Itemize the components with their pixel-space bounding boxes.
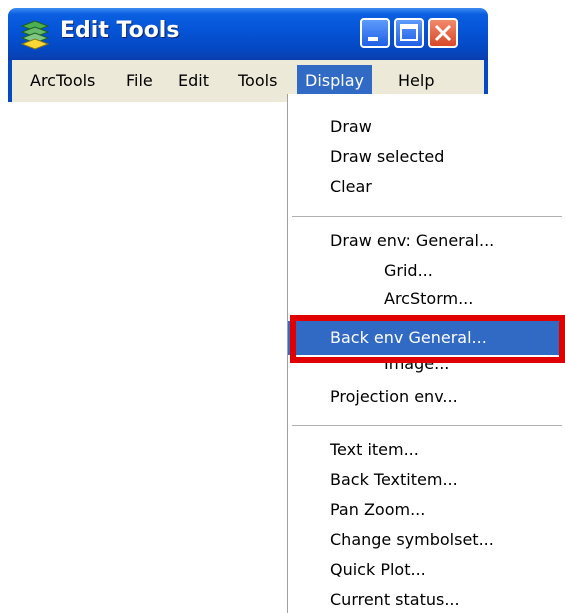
menu-separator [292, 216, 562, 217]
menu-item-grid[interactable]: Grid... [288, 256, 565, 286]
menu-item-image[interactable]: Image... [288, 361, 565, 377]
menu-file[interactable]: File [118, 65, 161, 97]
menu-item-current-status[interactable]: Current status... [288, 585, 565, 613]
minimize-button[interactable] [360, 18, 390, 48]
menu-tools[interactable]: Tools [230, 65, 285, 97]
menu-item-projection-env[interactable]: Projection env... [288, 382, 565, 412]
menu-help[interactable]: Help [390, 65, 442, 97]
menu-item-draw-selected[interactable]: Draw selected [288, 142, 565, 172]
menu-item-back-textitem[interactable]: Back Textitem... [288, 465, 565, 495]
window-title: Edit Tools [60, 18, 180, 43]
close-button[interactable] [428, 18, 458, 48]
title-bar[interactable]: Edit Tools [8, 8, 488, 60]
menu-item-draw-env-general[interactable]: Draw env: General... [288, 226, 565, 256]
menu-item-arcstorm[interactable]: ArcStorm... [288, 288, 565, 310]
menu-item-draw[interactable]: Draw [288, 112, 565, 142]
menu-item-clear[interactable]: Clear [288, 172, 565, 202]
menu-item-pan-zoom[interactable]: Pan Zoom... [288, 495, 565, 525]
highlight-annotation-box [290, 315, 565, 363]
menu-item-text-item[interactable]: Text item... [288, 435, 565, 465]
menu-item-change-symbolset[interactable]: Change symbolset... [288, 525, 565, 555]
close-icon [434, 24, 452, 42]
minimize-icon [368, 37, 378, 41]
maximize-icon [400, 24, 418, 41]
stacked-layers-icon [20, 20, 50, 50]
maximize-button[interactable] [394, 18, 424, 48]
menu-arctools[interactable]: ArcTools [22, 65, 103, 97]
menu-item-quick-plot[interactable]: Quick Plot... [288, 555, 565, 585]
menu-edit[interactable]: Edit [170, 65, 217, 97]
menu-separator [292, 425, 562, 426]
menu-display[interactable]: Display [297, 65, 372, 97]
